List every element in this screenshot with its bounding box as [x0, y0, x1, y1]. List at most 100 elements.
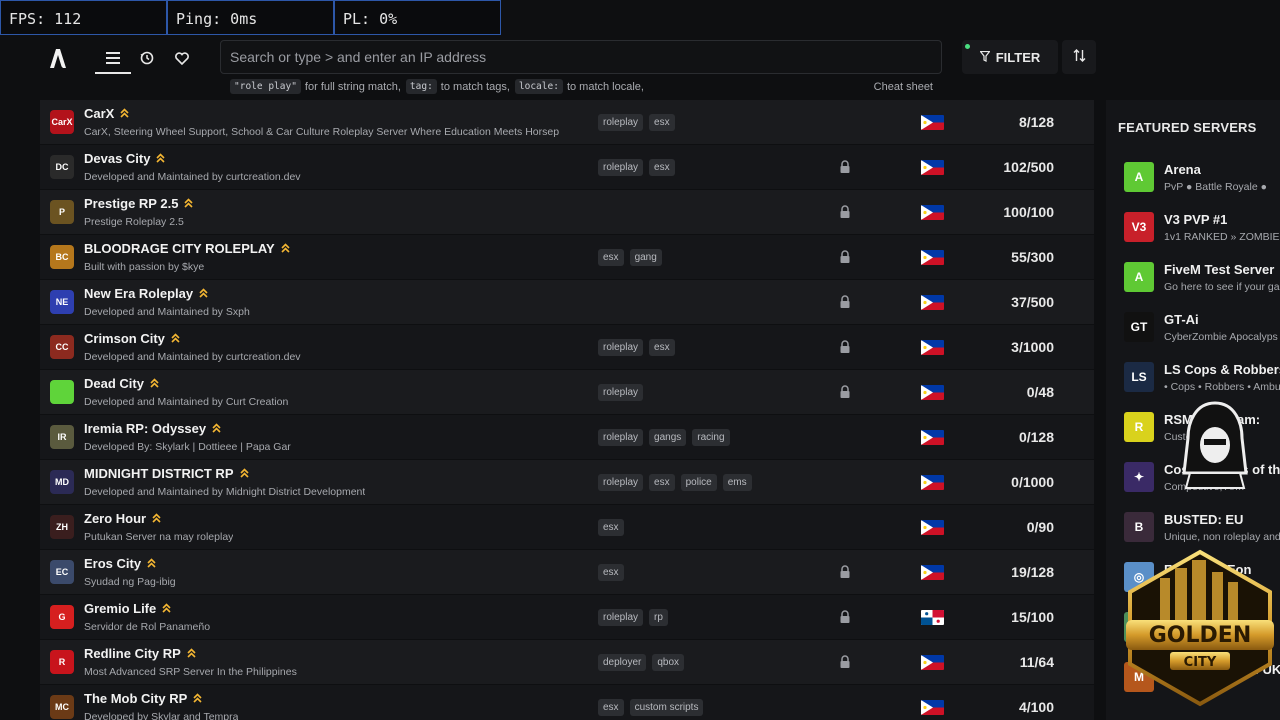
server-logo-icon: R — [50, 650, 74, 674]
server-tag[interactable]: esx — [598, 699, 624, 716]
featured-server-name: GT-Ai — [1164, 312, 1199, 327]
server-tag[interactable]: police — [680, 474, 717, 491]
server-description: Most Advanced SRP Server In the Philippi… — [84, 666, 297, 678]
server-tag[interactable]: esx — [598, 519, 624, 536]
server-list: CarX CarX CarX, Steering Wheel Support, Sc… — [40, 100, 1094, 720]
server-tag[interactable]: esx — [649, 159, 675, 176]
filter-button[interactable]: FILTER — [962, 40, 1058, 74]
panama-flag-icon — [921, 610, 944, 625]
server-name: Zero Hour — [84, 511, 161, 526]
player-count: 15/100 — [1011, 609, 1054, 625]
featured-server-item[interactable]: A FiveM Test Server Go here to see if your… — [1124, 262, 1280, 302]
server-logo-icon: MC — [50, 695, 74, 719]
featured-server-item[interactable]: A Arena PvP ● Battle Royale ● — [1124, 162, 1280, 202]
server-name-text: Iremia RP: Odyssey — [84, 421, 207, 436]
history-icon[interactable] — [135, 46, 159, 70]
server-name-text: Redline City RP — [84, 646, 181, 661]
server-tag[interactable]: roleplay — [598, 159, 644, 176]
server-tag[interactable]: custom scripts — [629, 699, 704, 716]
player-count: 8/128 — [1018, 114, 1054, 130]
server-tags: roleplay rp — [598, 609, 668, 626]
heart-icon[interactable] — [170, 46, 194, 70]
server-tags: roleplay esx — [598, 114, 675, 131]
server-row[interactable]: G Gremio Life Servidor de Rol Panameño role… — [40, 595, 1094, 640]
server-description: Servidor de Rol Panameño — [84, 621, 211, 633]
online-status-dot — [965, 44, 970, 49]
server-row[interactable]: IR Iremia RP: Odyssey Developed By: Skylar… — [40, 415, 1094, 460]
server-name-text: Crimson City — [84, 331, 165, 346]
boost-icon — [184, 198, 193, 211]
server-row[interactable]: CarX CarX CarX, Steering Wheel Support, Sc… — [40, 100, 1094, 145]
featured-server-item[interactable]: GT GT-Ai CyberZombie Apocalyps — [1124, 312, 1280, 352]
server-tag[interactable]: roleplay — [598, 339, 644, 356]
server-tag[interactable]: qbox — [652, 654, 685, 671]
server-tag[interactable]: rp — [649, 609, 668, 626]
server-name: CarX — [84, 106, 129, 121]
hint-text-1: for full string match, — [304, 80, 401, 93]
server-tag[interactable]: esx — [649, 339, 675, 356]
server-tag[interactable]: racing — [692, 429, 730, 446]
fivem-logo-icon[interactable] — [46, 46, 70, 70]
server-tag[interactable]: gang — [629, 249, 662, 266]
server-row[interactable]: EC Eros City Syudad ng Pag-ibig esx 19/128 — [40, 550, 1094, 595]
server-row[interactable]: NE New Era Roleplay Developed and Maintain… — [40, 280, 1094, 325]
cheat-sheet-link[interactable]: Cheat sheet — [874, 81, 933, 93]
server-name-text: New Era Roleplay — [84, 286, 194, 301]
boost-icon — [193, 693, 202, 706]
server-logo-icon: DC — [50, 155, 74, 179]
player-count: 102/500 — [1003, 159, 1054, 175]
server-row[interactable]: MD MIDNIGHT DISTRICT RP Developed and Main… — [40, 460, 1094, 505]
featured-server-logo-icon: ✦ — [1124, 462, 1154, 492]
sort-button[interactable] — [1062, 40, 1096, 74]
lock-icon — [838, 655, 852, 669]
server-tag[interactable]: ems — [722, 474, 752, 491]
player-count: 55/300 — [1011, 249, 1054, 265]
server-name: Gremio Life — [84, 601, 171, 616]
philippines-flag-icon — [921, 700, 944, 715]
server-tag[interactable]: esx — [649, 474, 675, 491]
server-tag[interactable]: roleplay — [598, 429, 644, 446]
server-tag[interactable]: roleplay — [598, 114, 644, 131]
boost-icon — [156, 153, 166, 166]
server-name-text: CarX — [84, 106, 115, 121]
server-tag[interactable]: roleplay — [598, 384, 644, 401]
player-count: 0/128 — [1018, 429, 1054, 445]
list-icon[interactable] — [101, 46, 125, 70]
featured-server-description: Go here to see if your ga — [1164, 281, 1280, 293]
server-row[interactable]: BC BLOODRAGE CITY ROLEPLAY Built with pass… — [40, 235, 1094, 280]
server-name: Prestige RP 2.5 — [84, 196, 193, 211]
server-row[interactable]: MC The Mob City RP Developed by Skylar and… — [40, 685, 1094, 720]
lock-icon — [838, 340, 852, 354]
server-row[interactable]: DC Devas City Developed and Maintained by … — [40, 145, 1094, 190]
server-row[interactable]: P Prestige RP 2.5 Prestige Roleplay 2.5 100… — [40, 190, 1094, 235]
server-tag[interactable]: deployer — [598, 654, 647, 671]
server-row[interactable]: Dead City Developed and Maintained by Cur… — [40, 370, 1094, 415]
boost-icon — [120, 108, 129, 121]
server-tag[interactable]: gangs — [649, 429, 687, 446]
player-count: 0/48 — [1026, 384, 1054, 400]
server-tags: roleplay esx — [598, 339, 675, 356]
perf-overlay: FPS: 112 Ping: 0ms PL: 0% — [0, 0, 501, 35]
server-tags: esx — [598, 564, 624, 581]
server-tag[interactable]: esx — [598, 249, 624, 266]
featured-server-item[interactable]: B BUSTED: EU Unique, non roleplay and — [1124, 512, 1280, 552]
server-description: Developed By: Skylark | Dottieee | Papa … — [84, 441, 291, 453]
server-tag[interactable]: esx — [649, 114, 675, 131]
philippines-flag-icon — [921, 250, 944, 265]
boost-icon — [281, 243, 290, 256]
server-row[interactable]: R Redline City RP Most Advanced SRP Server… — [40, 640, 1094, 685]
featured-server-logo-icon: LS — [1124, 362, 1154, 392]
server-tags: deployer qbox — [598, 654, 685, 671]
featured-server-logo-icon: V3 — [1124, 212, 1154, 242]
server-name: Dead City — [84, 376, 159, 391]
server-row[interactable]: CC Crimson City Developed and Maintained b… — [40, 325, 1094, 370]
search-input[interactable] — [221, 41, 941, 73]
server-tag[interactable]: esx — [598, 564, 624, 581]
server-logo-icon: IR — [50, 425, 74, 449]
featured-server-item[interactable]: V3 V3 PVP #1 1v1 RANKED » ZOMBIE — [1124, 212, 1280, 252]
featured-server-logo-icon: B — [1124, 512, 1154, 542]
server-row[interactable]: ZH Zero Hour Putukan Server na may rolepla… — [40, 505, 1094, 550]
packet-loss-counter: PL: 0% — [334, 0, 501, 35]
server-tag[interactable]: roleplay — [598, 609, 644, 626]
server-tag[interactable]: roleplay — [598, 474, 644, 491]
